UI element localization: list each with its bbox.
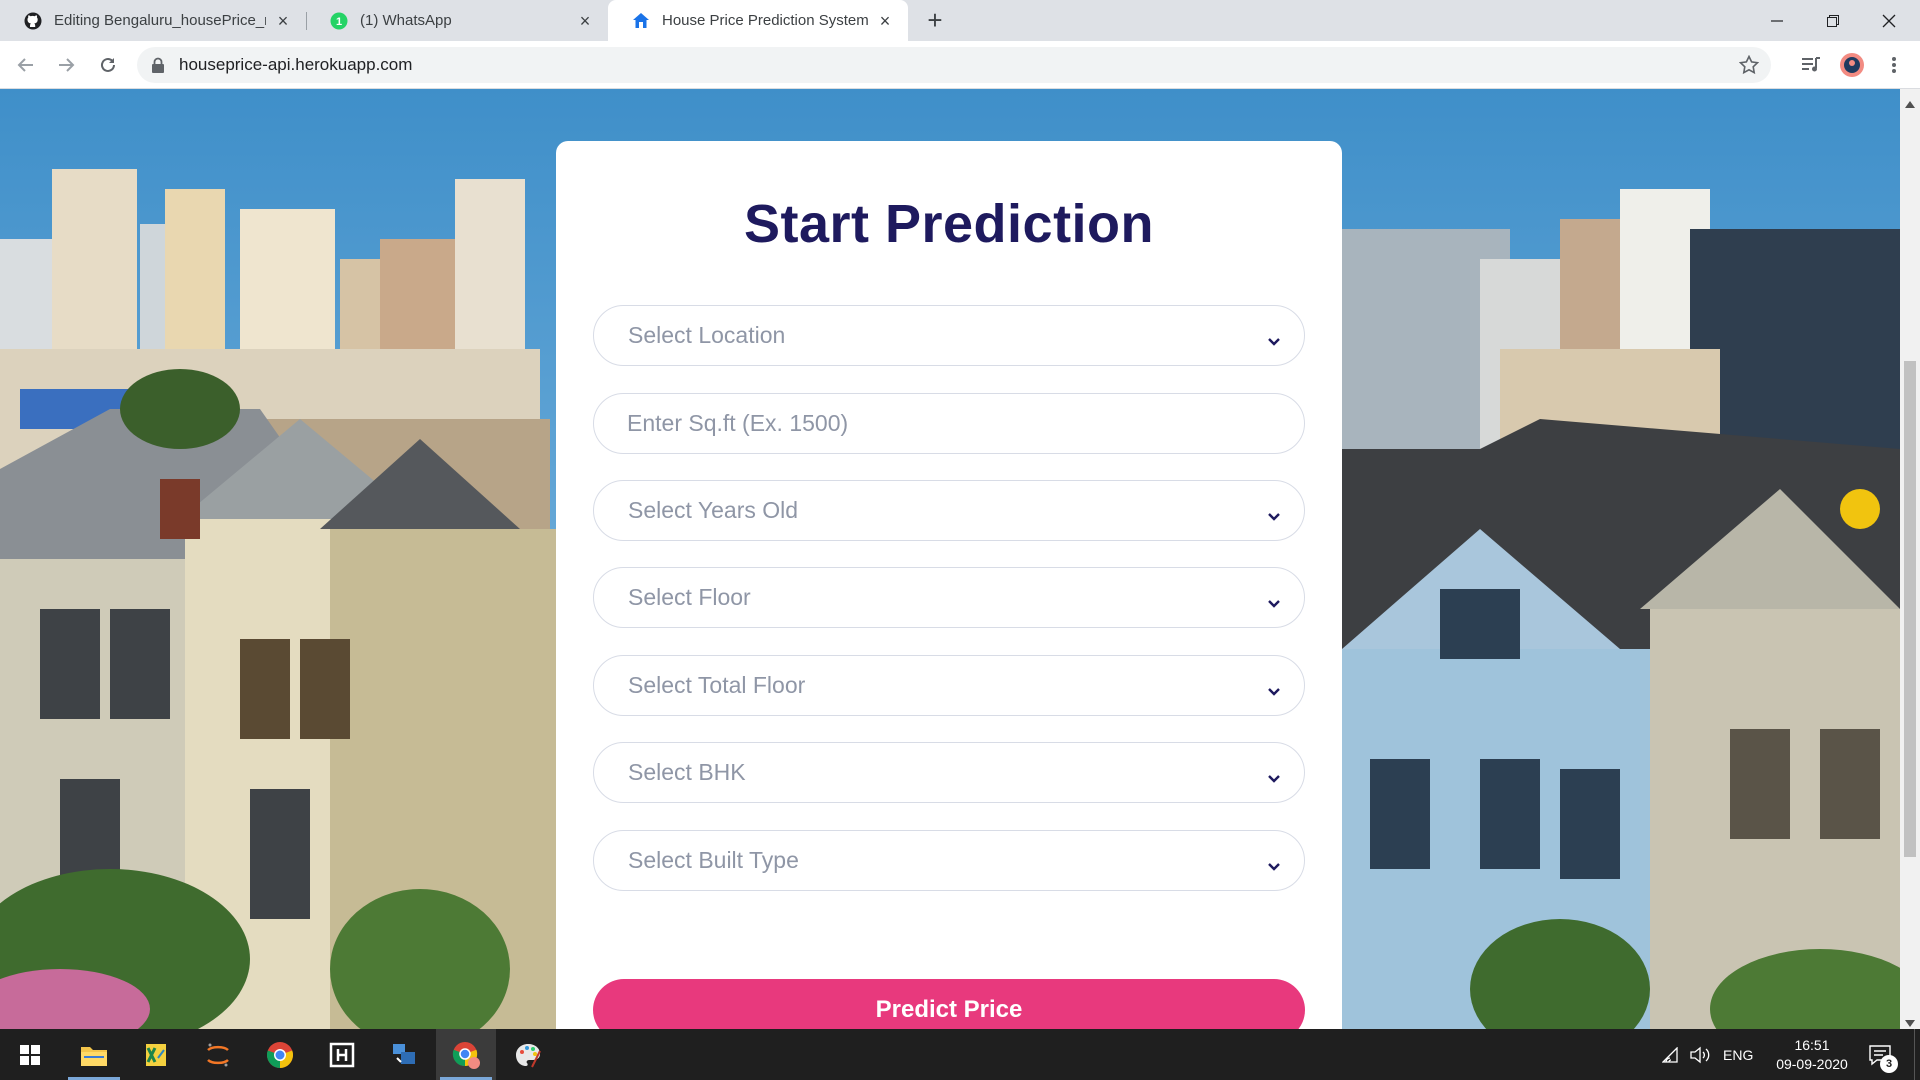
chevron-down-icon: [1266, 328, 1282, 346]
clock-date: 09-09-2020: [1776, 1056, 1848, 1072]
excel-icon[interactable]: [126, 1029, 186, 1080]
windows-start-icon[interactable]: [0, 1029, 60, 1080]
svg-text:1: 1: [336, 16, 342, 28]
prediction-form-card: Start Prediction Select Location Enter S…: [556, 141, 1342, 1029]
tab-house-price[interactable]: House Price Prediction System ×: [608, 0, 908, 41]
paint-icon[interactable]: [498, 1029, 558, 1080]
floor-placeholder: Select Floor: [628, 584, 751, 610]
chevron-down-icon: [1266, 590, 1282, 608]
tab-github[interactable]: Editing Bengaluru_housePrice_m ×: [0, 0, 306, 41]
notification-count-badge: 3: [1880, 1055, 1898, 1073]
windows-taskbar: ENG 16:51 09-09-2020 3: [0, 1029, 1920, 1080]
chevron-down-icon: [1266, 765, 1282, 783]
new-tab-icon[interactable]: +: [922, 7, 948, 34]
built-type-placeholder: Select Built Type: [628, 847, 799, 873]
location-select[interactable]: Select Location: [593, 305, 1305, 366]
chevron-down-icon: [1266, 853, 1282, 871]
back-icon[interactable]: [14, 53, 38, 77]
location-placeholder: Select Location: [628, 322, 786, 348]
reload-icon[interactable]: [96, 53, 120, 77]
profile-avatar[interactable]: [1840, 53, 1864, 77]
whatsapp-icon: 1: [330, 12, 348, 30]
scroll-down-icon[interactable]: [1905, 1015, 1915, 1027]
address-bar[interactable]: houseprice-api.herokuapp.com: [137, 47, 1771, 83]
bookmark-star-icon[interactable]: [1738, 54, 1760, 75]
show-desktop-button[interactable]: [1914, 1029, 1920, 1080]
sqft-placeholder: Enter Sq.ft (Ex. 1500): [627, 410, 849, 436]
wifi-icon[interactable]: [1662, 1029, 1680, 1080]
chevron-down-icon: [1266, 678, 1282, 696]
built-type-select[interactable]: Select Built Type: [593, 830, 1305, 891]
clock-time: 16:51: [1794, 1037, 1830, 1053]
browser-toolbar: houseprice-api.herokuapp.com: [0, 41, 1920, 89]
terminal-app-icon[interactable]: [312, 1029, 372, 1080]
scroll-up-icon[interactable]: [1905, 95, 1915, 108]
volume-icon[interactable]: [1690, 1029, 1712, 1080]
network-share-icon[interactable]: [374, 1029, 434, 1080]
browser-tab-strip: Editing Bengaluru_housePrice_m × 1 (1) W…: [0, 0, 1920, 41]
restore-icon[interactable]: [1810, 0, 1856, 41]
tab-whatsapp[interactable]: 1 (1) WhatsApp ×: [306, 0, 608, 41]
menu-dots-icon[interactable]: [1882, 53, 1906, 77]
minimize-icon[interactable]: [1754, 0, 1800, 41]
form-title: Start Prediction: [743, 194, 1155, 254]
url-text: houseprice-api.herokuapp.com: [179, 55, 413, 74]
jupyter-icon[interactable]: [188, 1029, 248, 1080]
tab-title: Editing Bengaluru_housePrice_m: [54, 12, 266, 29]
lock-icon: [151, 57, 165, 73]
scrollbar-thumb[interactable]: [1904, 361, 1916, 857]
bhk-select[interactable]: Select BHK: [593, 742, 1305, 803]
tab-title: (1) WhatsApp: [360, 12, 452, 29]
bhk-placeholder: Select BHK: [628, 759, 746, 785]
close-tab-icon[interactable]: ×: [576, 12, 594, 30]
chrome-profile-icon[interactable]: [436, 1029, 496, 1080]
language-indicator[interactable]: ENG: [1723, 1029, 1753, 1080]
page-scrollbar[interactable]: [1900, 89, 1920, 1029]
close-window-icon[interactable]: [1866, 0, 1912, 41]
years-old-placeholder: Select Years Old: [628, 497, 799, 523]
close-tab-icon[interactable]: ×: [274, 12, 292, 30]
predict-price-button[interactable]: Predict Price: [593, 979, 1305, 1029]
close-tab-icon[interactable]: ×: [876, 12, 894, 30]
house-icon: [632, 12, 650, 30]
notification-center-icon[interactable]: 3: [1868, 1029, 1898, 1080]
floor-select[interactable]: Select Floor: [593, 567, 1305, 628]
system-clock[interactable]: 16:51 09-09-2020: [1752, 1036, 1872, 1074]
github-icon: [24, 12, 42, 30]
total-floor-select[interactable]: Select Total Floor: [593, 655, 1305, 716]
tab-title: House Price Prediction System: [662, 12, 868, 29]
forward-icon[interactable]: [54, 53, 78, 77]
years-old-select[interactable]: Select Years Old: [593, 480, 1305, 541]
page-viewport: Start Prediction Select Location Enter S…: [0, 89, 1900, 1029]
file-explorer-icon[interactable]: [64, 1029, 124, 1080]
chevron-down-icon: [1266, 503, 1282, 521]
media-control-icon[interactable]: [1799, 53, 1823, 77]
total-floor-placeholder: Select Total Floor: [628, 672, 806, 698]
sqft-input[interactable]: Enter Sq.ft (Ex. 1500): [593, 393, 1305, 454]
chrome-icon[interactable]: [250, 1029, 310, 1080]
